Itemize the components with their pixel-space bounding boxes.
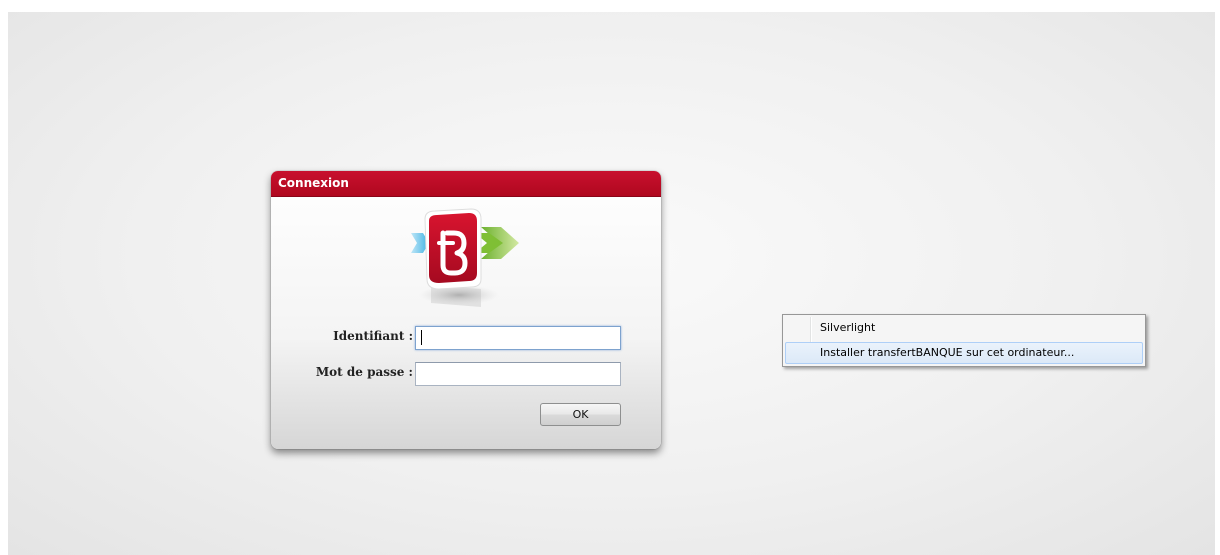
identifiant-label: Identifiant : (333, 329, 413, 343)
page-background: Connexion Identifiant: Mot de passe: O… (8, 12, 1215, 555)
ok-button[interactable]: OK (540, 403, 621, 426)
identifiant-input[interactable] (415, 326, 621, 350)
transfertbanque-logo (411, 208, 519, 307)
password-input[interactable] (415, 362, 621, 386)
password-row: Mot de passe : (271, 362, 661, 388)
text-caret (421, 330, 422, 345)
password-label: Mot de passe : (315, 365, 413, 379)
login-dialog: Connexion Identifiant: Mot de passe: O… (271, 171, 661, 449)
identifiant-row: Identifiant : (271, 326, 661, 352)
context-menu: Silverlight Installer transfertBANQUE su… (782, 314, 1146, 367)
menu-item-silverlight[interactable]: Silverlight (785, 318, 1143, 340)
menu-item-install[interactable]: Installer transfertBANQUE sur cet ordina… (785, 342, 1143, 364)
dialog-title: Connexion (271, 171, 661, 197)
